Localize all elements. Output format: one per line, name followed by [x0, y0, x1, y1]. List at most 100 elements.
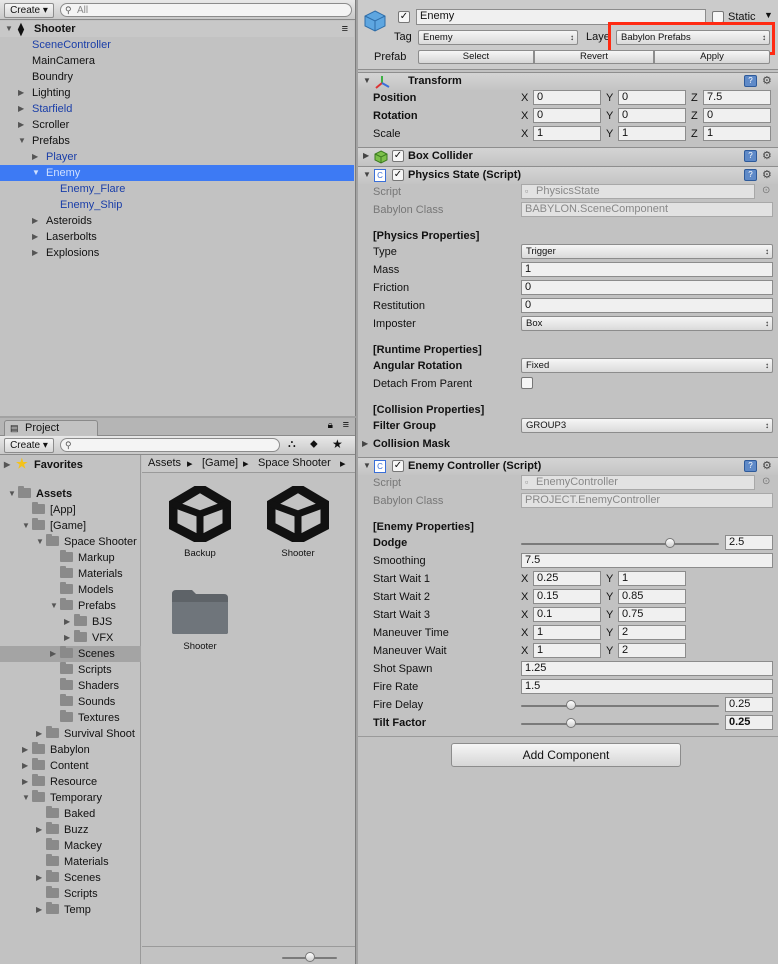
chevron-right-icon[interactable]: ▶ — [22, 774, 28, 790]
chevron-right-icon[interactable]: ▶ — [32, 229, 42, 245]
folder-tree-item[interactable]: ▶ Survival Shoot — [0, 726, 141, 742]
add-component-button[interactable]: Add Component — [451, 743, 681, 767]
axis-label-x[interactable]: X — [521, 110, 528, 122]
transform-z-input[interactable]: 0 — [703, 108, 771, 123]
gear-icon[interactable]: ⚙ — [762, 168, 772, 181]
fire-rate-input[interactable]: 1.5 — [521, 679, 773, 694]
folder-tree-item[interactable]: ▶ Scenes — [0, 870, 141, 886]
chevron-right-icon[interactable]: ▶ — [22, 758, 28, 774]
hierarchy-item[interactable]: ▶ Asteroids — [0, 213, 354, 229]
start-wait-2-y-input[interactable]: 0.85 — [618, 589, 686, 604]
transform-x-input[interactable]: 0 — [533, 90, 601, 105]
start-wait-3-x-input[interactable]: 0.1 — [533, 607, 601, 622]
asset-shooter-scene[interactable]: Shooter — [258, 484, 338, 574]
active-checkbox[interactable]: ✓ — [398, 11, 410, 23]
folder-tree-item[interactable]: [App] — [0, 502, 141, 518]
transform-x-input[interactable]: 1 — [533, 126, 601, 141]
hierarchy-item[interactable]: Boundry — [0, 69, 354, 85]
breadcrumb-game[interactable]: [Game] — [202, 457, 238, 469]
axis-label-y[interactable]: Y — [606, 128, 613, 140]
chevron-right-icon[interactable]: ▶ — [22, 742, 28, 758]
axis-label-y[interactable]: Y — [606, 110, 613, 122]
start-wait-3-y-input[interactable]: 0.75 — [618, 607, 686, 622]
hierarchy-item[interactable]: ▶ Lighting — [0, 85, 354, 101]
chevron-right-icon[interactable]: ▶ — [362, 439, 368, 448]
friction-input[interactable]: 0 — [521, 280, 773, 295]
tag-dropdown[interactable]: Enemy — [418, 30, 578, 45]
chevron-right-icon[interactable]: ▶ — [363, 151, 369, 160]
dodge-input[interactable]: 2.5 — [725, 535, 773, 550]
gear-icon[interactable]: ⚙ — [762, 459, 772, 472]
chevron-down-icon[interactable]: ▼ — [363, 461, 371, 470]
project-search-input[interactable]: ⚲ — [60, 438, 280, 452]
chevron-down-icon[interactable]: ▼ — [36, 534, 44, 550]
asset-shooter-folder[interactable]: Shooter — [160, 584, 240, 674]
folder-tree-item[interactable]: ▼ Temporary — [0, 790, 141, 806]
axis-label-y[interactable]: Y — [606, 609, 613, 621]
dodge-slider[interactable] — [521, 543, 719, 545]
fire-delay-slider-knob[interactable] — [565, 700, 576, 710]
folder-tree-item[interactable]: ▶ Scenes — [0, 646, 141, 662]
hierarchy-item[interactable]: ▶ Starfield — [0, 101, 354, 117]
chevron-down-icon[interactable]: ▼ — [363, 76, 371, 85]
object-picker-icon[interactable]: ⊙ — [762, 185, 770, 196]
enemy-controller-header[interactable]: ▼ C ✓ Enemy Controller (Script) ? ⚙ — [358, 457, 778, 475]
gear-icon[interactable]: ⚙ — [762, 74, 772, 87]
axis-label-z[interactable]: Z — [691, 110, 698, 122]
help-icon[interactable]: ? — [744, 75, 757, 87]
folder-tree-item[interactable]: Shaders — [0, 678, 141, 694]
restitution-input[interactable]: 0 — [521, 298, 773, 313]
folder-tree-item[interactable]: ▶ Resource — [0, 774, 141, 790]
gear-icon[interactable]: ⚙ — [762, 149, 772, 162]
hierarchy-search-input[interactable]: ⚲ All — [60, 3, 352, 17]
hierarchy-item[interactable]: MainCamera — [0, 53, 354, 69]
maneuver-time-y-input[interactable]: 2 — [618, 625, 686, 640]
mass-input[interactable]: 1 — [521, 262, 773, 277]
box-collider-header[interactable]: ▶ ✓ Box Collider ? ⚙ — [358, 147, 778, 165]
folder-tree-item[interactable]: ▶ Babylon — [0, 742, 141, 758]
folder-tree-item[interactable]: Scripts — [0, 662, 141, 678]
axis-label-x[interactable]: X — [521, 128, 528, 140]
tilt-factor-slider[interactable] — [521, 723, 719, 725]
chevron-down-icon[interactable]: ▼ — [50, 598, 58, 614]
hierarchy-item[interactable]: Enemy_Flare — [0, 181, 354, 197]
axis-label-y[interactable]: Y — [606, 573, 613, 585]
enemy-script-field[interactable]: ▫ EnemyController — [521, 475, 755, 490]
folder-tree-item[interactable]: ▼ Prefabs — [0, 598, 141, 614]
dodge-slider-knob[interactable] — [664, 538, 675, 548]
chevron-right-icon[interactable]: ▶ — [4, 457, 10, 473]
folder-tree-item[interactable]: Models — [0, 582, 141, 598]
axis-label-x[interactable]: X — [521, 573, 528, 585]
chevron-right-icon[interactable]: ▶ — [64, 614, 70, 630]
transform-z-input[interactable]: 7.5 — [703, 90, 771, 105]
chevron-right-icon[interactable]: ▶ — [18, 101, 28, 117]
axis-label-x[interactable]: X — [521, 627, 528, 639]
maneuver-time-x-input[interactable]: 1 — [533, 625, 601, 640]
folder-tree-item[interactable]: Baked — [0, 806, 141, 822]
folder-tree-item[interactable]: ▼ Assets — [0, 486, 141, 502]
tilt-factor-input[interactable]: 0.25 — [725, 715, 773, 730]
folder-tree-item[interactable]: ▼ [Game] — [0, 518, 141, 534]
folder-tree-item[interactable]: Sounds — [0, 694, 141, 710]
hierarchy-item[interactable]: ▶ Player — [0, 149, 354, 165]
chevron-right-icon[interactable]: ▶ — [50, 646, 56, 662]
help-icon[interactable]: ? — [744, 150, 757, 162]
chevron-right-icon[interactable]: ▶ — [36, 822, 42, 838]
chevron-down-icon[interactable]: ▼ — [22, 790, 30, 806]
folder-tree-item[interactable]: Scripts — [0, 886, 141, 902]
chevron-down-icon[interactable]: ▼ — [22, 518, 30, 534]
start-wait-1-y-input[interactable]: 1 — [618, 571, 686, 586]
detach-from-parent-checkbox[interactable] — [521, 377, 533, 389]
chevron-down-icon[interactable]: ▼ — [32, 165, 42, 181]
transform-y-input[interactable]: 0 — [618, 90, 686, 105]
box-collider-enabled-checkbox[interactable]: ✓ — [392, 150, 404, 162]
zoom-slider-knob[interactable] — [304, 952, 315, 962]
chevron-down-icon[interactable]: ▼ — [363, 170, 371, 179]
hierarchy-item[interactable]: ▶ Explosions — [0, 245, 354, 261]
start-wait-2-x-input[interactable]: 0.15 — [533, 589, 601, 604]
smoothing-input[interactable]: 7.5 — [521, 553, 773, 568]
folder-tree-item[interactable]: Mackey — [0, 838, 141, 854]
favorite-star-icon[interactable]: ★ — [332, 437, 343, 451]
collision-mask-label[interactable]: Collision Mask — [373, 438, 450, 450]
filter-label-icon[interactable]: ⬥ — [310, 438, 318, 451]
